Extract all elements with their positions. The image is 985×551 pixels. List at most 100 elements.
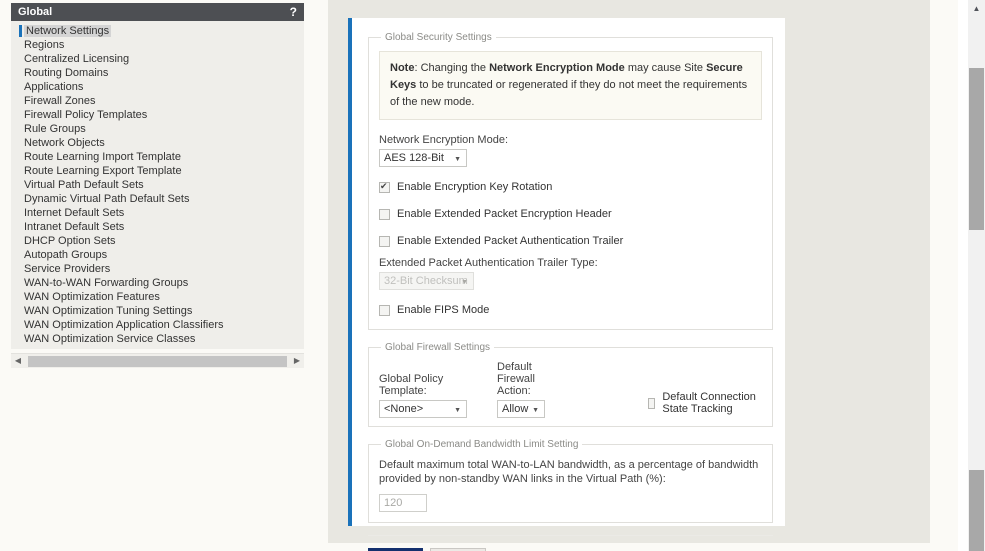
enable-fips-mode-row[interactable]: Enable FIPS Mode [379, 304, 762, 317]
default-firewall-action-field: Default Firewall Action: Allow ▼ [497, 361, 566, 418]
scroll-right-arrow-icon[interactable]: ▶ [290, 354, 304, 368]
sidebar-item-label: Rule Groups [24, 123, 86, 135]
note-bold-1: Network Encryption Mode [489, 62, 625, 74]
default-firewall-action-select-wrap[interactable]: Allow ▼ [497, 400, 545, 418]
sidebar-item-label: Intranet Default Sets [24, 221, 125, 233]
enable-ext-packet-auth-trailer-label: Enable Extended Packet Authentication Tr… [397, 235, 624, 247]
sidebar-item-label: Firewall Zones [24, 95, 96, 107]
global-policy-template-select-wrap[interactable]: <None> ▼ [379, 400, 467, 418]
scrollbar-thumb[interactable] [969, 68, 984, 230]
browser-vertical-scrollbar[interactable]: ▲ [958, 0, 985, 551]
encryption-note-box: Note: Changing the Network Encryption Mo… [379, 51, 762, 120]
enable-ext-packet-encryption-header-row[interactable]: Enable Extended Packet Encryption Header [379, 208, 762, 221]
sidebar-item-rule-groups[interactable]: Rule Groups [11, 122, 304, 136]
sidebar-item-autopath-groups[interactable]: Autopath Groups [11, 248, 304, 262]
firewall-settings-row: Global Policy Template: <None> ▼ Default… [379, 361, 762, 418]
scroll-up-arrow-icon[interactable]: ▲ [968, 0, 985, 17]
scrollbar-thumb-lower[interactable] [969, 470, 984, 551]
default-connection-state-tracking-checkbox[interactable] [647, 397, 656, 409]
sidebar-item-firewall-zones[interactable]: Firewall Zones [11, 94, 304, 108]
sidebar-item-virtual-path-default-sets[interactable]: Virtual Path Default Sets [11, 178, 304, 192]
enable-ext-packet-auth-trailer-checkbox[interactable] [379, 236, 390, 247]
sidebar-item-label: Virtual Path Default Sets [24, 179, 144, 191]
sidebar-item-label: Centralized Licensing [24, 53, 130, 65]
trailer-type-select[interactable]: 32-Bit Checksum [379, 272, 474, 290]
global-bandwidth-limit-group: Global On-Demand Bandwidth Limit Setting… [368, 439, 773, 523]
sidebar-item-label: Route Learning Export Template [24, 165, 182, 177]
sidebar-item-dhcp-option-sets[interactable]: DHCP Option Sets [11, 234, 304, 248]
default-connection-state-tracking-row[interactable]: Default Connection State Tracking [647, 391, 762, 418]
sidebar-item-network-objects[interactable]: Network Objects [11, 136, 304, 150]
content-area: Global Security Settings Note: Changing … [320, 0, 958, 551]
help-icon[interactable]: ? [290, 3, 297, 21]
sidebar-item-label: Routing Domains [24, 67, 109, 79]
trailer-type-select-wrap[interactable]: 32-Bit Checksum ▼ [379, 272, 474, 290]
enable-fips-mode-checkbox[interactable] [379, 305, 390, 316]
sidebar-item-label: WAN Optimization Service Classes [24, 333, 196, 345]
navigation-pane: Global ? Network Settings Regions Centrali… [0, 0, 320, 551]
enable-ext-packet-auth-trailer-row[interactable]: Enable Extended Packet Authentication Tr… [379, 235, 762, 248]
network-encryption-mode-label: Network Encryption Mode: [379, 134, 508, 146]
global-policy-template-label: Global Policy Template: [379, 373, 444, 397]
enable-ext-packet-encryption-header-label: Enable Extended Packet Encryption Header [397, 208, 612, 220]
sidebar-item-label: WAN Optimization Tuning Settings [24, 305, 193, 317]
sidebar-item-regions[interactable]: Regions [11, 38, 304, 52]
sidebar-item-centralized-licensing[interactable]: Centralized Licensing [11, 52, 304, 66]
trailer-type-label: Extended Packet Authentication Trailer T… [379, 257, 598, 269]
network-encryption-mode-select[interactable]: AES 128-Bit [379, 149, 467, 167]
sidebar-item-route-learning-import-template[interactable]: Route Learning Import Template [11, 150, 304, 164]
sidebar-item-dynamic-virtual-path-default-sets[interactable]: Dynamic Virtual Path Default Sets [11, 192, 304, 206]
note-segment-2: may cause Site [624, 62, 707, 74]
sidebar-item-wan-optimization-tuning-settings[interactable]: WAN Optimization Tuning Settings [11, 304, 304, 318]
form-button-bar: Apply Revert [368, 535, 773, 551]
sidebar-item-label: Route Learning Import Template [24, 151, 181, 163]
global-bandwidth-limit-legend: Global On-Demand Bandwidth Limit Setting [385, 439, 579, 450]
sidebar-item-wan-to-wan-forwarding-groups[interactable]: WAN-to-WAN Forwarding Groups [11, 276, 304, 290]
sidebar-item-wan-optimization-service-classes[interactable]: WAN Optimization Service Classes [11, 332, 304, 346]
sidebar-item-wan-optimization-features[interactable]: WAN Optimization Features [11, 290, 304, 304]
sidebar-item-label: Service Providers [24, 263, 111, 275]
sidebar-item-internet-default-sets[interactable]: Internet Default Sets [11, 206, 304, 220]
nav-header: Global ? [11, 3, 304, 21]
enable-ext-packet-encryption-header-checkbox[interactable] [379, 209, 390, 220]
enable-fips-mode-label: Enable FIPS Mode [397, 304, 490, 316]
horizontal-scroll-thumb[interactable] [28, 356, 287, 367]
global-firewall-settings-group: Global Firewall Settings Global Policy T… [368, 342, 773, 427]
sidebar-item-label: Regions [24, 39, 65, 51]
nav-item-list: Network Settings Regions Centralized Licen… [11, 21, 304, 349]
enable-key-rotation-row[interactable]: Enable Encryption Key Rotation [379, 181, 762, 194]
sidebar-item-firewall-policy-templates[interactable]: Firewall Policy Templates [11, 108, 304, 122]
sidebar-item-routing-domains[interactable]: Routing Domains [11, 66, 304, 80]
sidebar-item-label: WAN Optimization Features [24, 291, 160, 303]
sidebar-item-network-settings[interactable]: Network Settings [11, 24, 304, 38]
bandwidth-percentage-input[interactable] [379, 494, 427, 512]
sidebar-item-label: DHCP Option Sets [24, 235, 116, 247]
note-segment-1: : Changing the [414, 62, 490, 74]
scroll-left-arrow-icon[interactable]: ◀ [11, 354, 25, 368]
sidebar-item-label: Internet Default Sets [24, 207, 125, 219]
sidebar-item-label: WAN Optimization Application Classifiers [24, 319, 224, 331]
enable-key-rotation-checkbox[interactable] [379, 181, 390, 193]
default-firewall-action-select[interactable]: Allow [497, 400, 545, 418]
sidebar-item-applications[interactable]: Applications [11, 80, 304, 94]
default-firewall-action-label: Default Firewall Action: [497, 361, 535, 397]
content-strip: Global Security Settings Note: Changing … [328, 0, 930, 551]
enable-key-rotation-label: Enable Encryption Key Rotation [397, 181, 553, 193]
note-segment-3: to be truncated or regenerated if they d… [390, 79, 748, 108]
global-policy-template-select[interactable]: <None> [379, 400, 467, 418]
sidebar-item-service-providers[interactable]: Service Providers [11, 262, 304, 276]
application-shell: Global ? Network Settings Regions Centrali… [0, 0, 958, 551]
default-connection-state-tracking-label: Default Connection State Tracking [662, 391, 756, 415]
sidebar-item-label: Network Settings [24, 25, 112, 37]
sidebar-item-route-learning-export-template[interactable]: Route Learning Export Template [11, 164, 304, 178]
global-policy-template-field: Global Policy Template: <None> ▼ [379, 373, 467, 418]
sidebar-item-wan-optimization-application-classifiers[interactable]: WAN Optimization Application Classifiers [11, 318, 304, 332]
nav-horizontal-scrollbar[interactable]: ◀ ▶ [11, 353, 304, 368]
settings-form-panel: Global Security Settings Note: Changing … [348, 18, 785, 551]
global-security-settings-legend: Global Security Settings [385, 32, 492, 43]
bandwidth-description: Default maximum total WAN-to-LAN bandwid… [379, 459, 759, 485]
global-firewall-settings-legend: Global Firewall Settings [385, 342, 491, 353]
sidebar-item-label: Dynamic Virtual Path Default Sets [24, 193, 190, 205]
network-encryption-mode-select-wrap[interactable]: AES 128-Bit ▼ [379, 149, 467, 167]
sidebar-item-intranet-default-sets[interactable]: Intranet Default Sets [11, 220, 304, 234]
